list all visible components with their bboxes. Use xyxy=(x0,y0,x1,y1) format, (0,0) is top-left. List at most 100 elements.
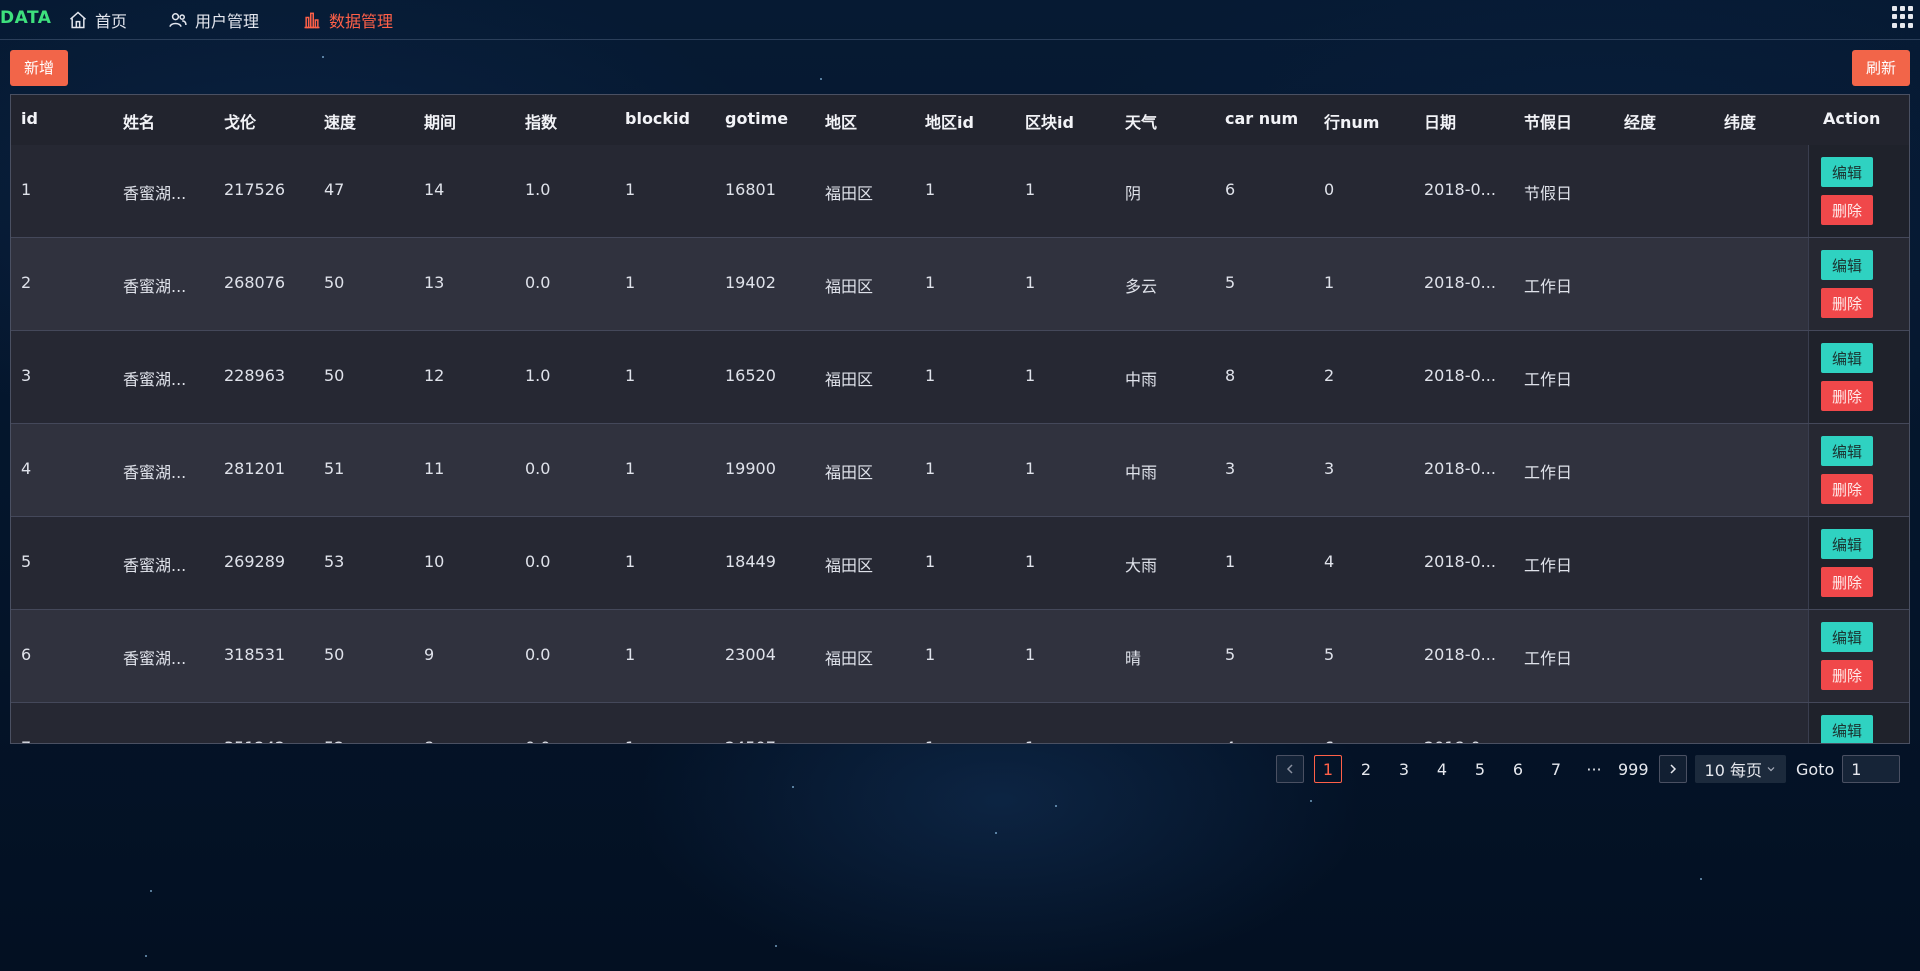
table-cell: 0.0 xyxy=(525,738,550,743)
delete-button[interactable]: 删除 xyxy=(1821,288,1873,318)
page-size-select[interactable]: 10 每页 xyxy=(1694,755,1786,783)
table-cell: 1.0 xyxy=(525,180,551,199)
table-row: 2 香蜜湖... 268076 50 13 0.0 1 19402 福田区 1 1 多云 5 1 2018-… xyxy=(11,238,1909,331)
add-button[interactable]: 新增 xyxy=(10,50,69,86)
grid-icon[interactable] xyxy=(1892,6,1914,28)
column-header: 经度 xyxy=(1624,113,1657,132)
table-row: 4 香蜜湖... 281201 51 11 0.0 1 19900 福田区 1 1 中雨 3 3 2018-… xyxy=(11,424,1909,517)
column-header: 戈伦 xyxy=(224,113,257,132)
table-cell: 1 xyxy=(925,459,936,478)
table-cell: 53 xyxy=(324,552,345,571)
table-cell: 51 xyxy=(324,459,345,478)
page-number[interactable]: 999 xyxy=(1618,755,1649,783)
table-cell: 16801 xyxy=(725,180,776,199)
edit-button[interactable]: 编辑 xyxy=(1821,436,1873,466)
delete-button[interactable]: 删除 xyxy=(1821,195,1873,225)
page-number[interactable]: 7 xyxy=(1542,755,1570,783)
edit-button[interactable]: 编辑 xyxy=(1821,250,1873,280)
table-cell: 晴 xyxy=(1125,649,1142,668)
table-cell: 228963 xyxy=(224,366,286,385)
edit-button[interactable]: 编辑 xyxy=(1821,622,1873,652)
table-cell: 47 xyxy=(324,180,345,199)
table-cell: 0.0 xyxy=(525,273,551,292)
table-cell: 50 xyxy=(324,366,345,385)
table-cell: 2018-0... xyxy=(1424,552,1496,571)
table-cell: 多云 xyxy=(1125,738,1157,743)
chevron-right-icon[interactable] xyxy=(1658,755,1687,783)
table-cell: 3 xyxy=(1225,459,1236,478)
table-cell: 11 xyxy=(424,459,445,478)
table-cell: 5 xyxy=(1225,273,1236,292)
table-cell: 2018-0... xyxy=(1424,273,1496,292)
delete-button[interactable]: 删除 xyxy=(1821,474,1873,504)
table-cell: 2 xyxy=(21,273,32,292)
row-actions: 编辑删除 xyxy=(1808,331,1909,423)
chevron-left-icon[interactable] xyxy=(1276,755,1304,783)
edit-button[interactable]: 编辑 xyxy=(1821,343,1873,373)
column-header: blockid xyxy=(625,109,690,128)
page-number[interactable]: 5 xyxy=(1466,755,1494,783)
table-cell: 14 xyxy=(424,180,445,199)
page-number[interactable]: 2 xyxy=(1352,755,1380,783)
nav-item-home[interactable]: 首页 xyxy=(68,8,127,32)
table-cell: 大雨 xyxy=(1125,556,1158,575)
table-cell: 工作日 xyxy=(1524,463,1573,482)
table-cell: 269289 xyxy=(224,552,286,571)
page-number[interactable]: 6 xyxy=(1504,755,1532,783)
table-cell: 19402 xyxy=(725,273,776,292)
table-cell: 1 xyxy=(625,459,636,478)
delete-button[interactable]: 删除 xyxy=(1821,381,1873,411)
page-ellipsis[interactable]: ··· xyxy=(1580,755,1608,783)
table-cell: 9 xyxy=(424,645,435,664)
top-nav: DATA 首页 用户管理 数据管理 xyxy=(0,0,1920,40)
row-actions: 编辑删除 xyxy=(1808,610,1909,702)
nav-item-data-management[interactable]: 数据管理 xyxy=(302,8,393,32)
page-number[interactable]: 3 xyxy=(1390,755,1418,783)
table-row: 5 香蜜湖... 269289 53 10 0.0 1 18449 福田区 1 1 大雨 1 4 2018-… xyxy=(11,517,1909,610)
page-number[interactable]: 1 xyxy=(1314,755,1342,783)
table-cell: 福田区 xyxy=(825,370,874,389)
nav-item-user-management[interactable]: 用户管理 xyxy=(168,8,259,32)
table-cell: 2018-0... xyxy=(1424,366,1496,385)
page-list: 1 2 3 4 5 6 7 ··· 999 xyxy=(1309,755,1654,783)
table-cell: 2018-0... xyxy=(1424,180,1496,199)
column-header: id xyxy=(21,109,38,128)
table-cell: 2018-0... xyxy=(1424,645,1496,664)
delete-button[interactable]: 删除 xyxy=(1821,660,1873,690)
edit-button[interactable]: 编辑 xyxy=(1821,715,1873,743)
edit-button[interactable]: 编辑 xyxy=(1821,157,1873,187)
refresh-button[interactable]: 刷新 xyxy=(1851,50,1910,86)
table-cell: 4 xyxy=(1225,738,1235,743)
data-table: id 姓名 戈伦 速度 期间 指数 blockid gotime 地区 地区id 区块id 天气 car… xyxy=(10,94,1910,744)
delete-button[interactable]: 删除 xyxy=(1821,567,1873,597)
table-cell: 香蜜湖... xyxy=(123,649,187,668)
page-number[interactable]: 4 xyxy=(1428,755,1456,783)
table-cell: 1 xyxy=(1025,180,1036,199)
table-cell: 5 xyxy=(21,552,32,571)
table-cell: 1 xyxy=(1025,645,1036,664)
table-row: 6 香蜜湖... 318531 50 9 0.0 1 23004 福田区 1 1 晴 5 5 2018-0.… xyxy=(11,610,1909,703)
column-header: 姓名 xyxy=(123,113,156,132)
table-cell: 19900 xyxy=(725,459,776,478)
pagination: 1 2 3 4 5 6 7 ··· 999 10 每页 Goto xyxy=(1276,754,1901,784)
table-cell: 工作日 xyxy=(1524,556,1573,575)
table-cell: 4 xyxy=(1324,552,1335,571)
users-icon xyxy=(169,13,187,27)
column-header: 地区 xyxy=(825,113,858,132)
table-cell: 1 xyxy=(625,366,636,385)
table-cell: 1 xyxy=(1225,552,1236,571)
row-actions: 编辑删除 xyxy=(1808,238,1909,330)
table-cell: 工作日 xyxy=(1524,370,1573,389)
goto-input[interactable] xyxy=(1842,755,1901,783)
table-cell: 6 xyxy=(21,645,32,664)
edit-button[interactable]: 编辑 xyxy=(1821,529,1873,559)
table-cell: 香蜜湖... xyxy=(123,370,187,389)
column-header: 指数 xyxy=(525,113,558,132)
table-cell: 阴 xyxy=(1125,184,1142,203)
table-cell: 0.0 xyxy=(525,552,551,571)
table-cell: 5 xyxy=(1324,645,1335,664)
table-cell: 1 xyxy=(925,738,935,743)
brand-logo[interactable]: DATA xyxy=(0,8,51,28)
table-cell: 福田区 xyxy=(825,738,873,743)
table-cell: 2018-0... xyxy=(1424,738,1496,743)
